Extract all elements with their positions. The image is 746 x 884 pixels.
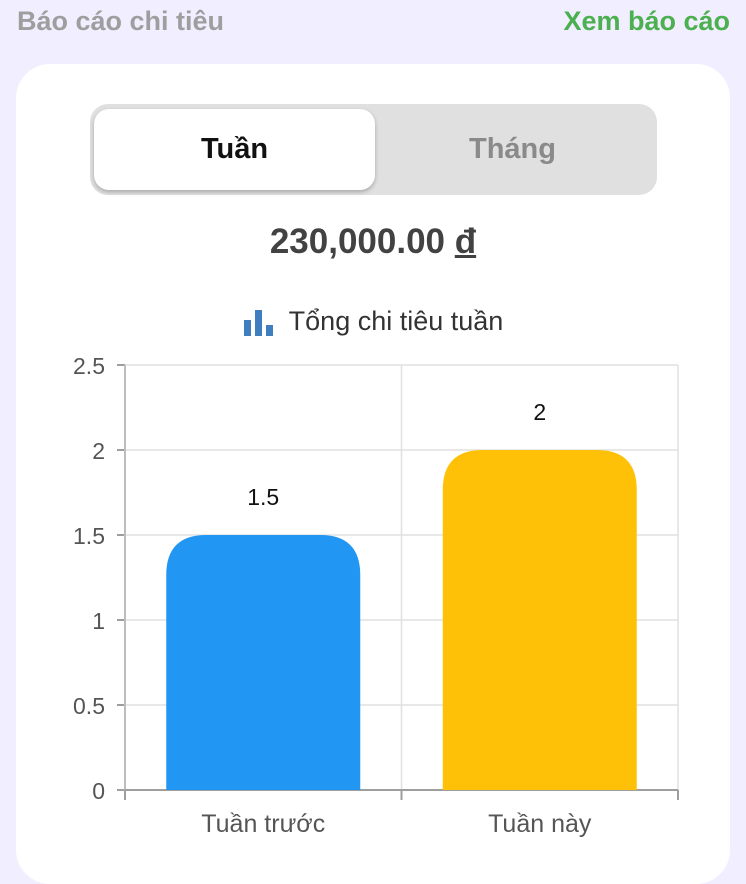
spending-bar-chart: 0 0.5 1 1.5 2 2.5 1.5 Tuần trước 2 Tuần này bbox=[73, 353, 679, 838]
x-tick-label: Tuần này bbox=[488, 810, 592, 838]
bar-last-week bbox=[166, 535, 361, 790]
x-tick-label: Tuần trước bbox=[201, 810, 325, 838]
y-tick-label: 2 bbox=[92, 438, 105, 464]
y-tick-label: 1 bbox=[92, 608, 105, 634]
y-tick-label: 2.5 bbox=[73, 353, 105, 379]
y-tick-label: 1.5 bbox=[73, 523, 105, 549]
data-label: 1.5 bbox=[247, 484, 279, 510]
data-label: 2 bbox=[533, 399, 546, 425]
y-tick-label: 0.5 bbox=[73, 693, 105, 719]
bar-this-week bbox=[442, 450, 637, 790]
y-tick-label: 0 bbox=[92, 778, 105, 804]
